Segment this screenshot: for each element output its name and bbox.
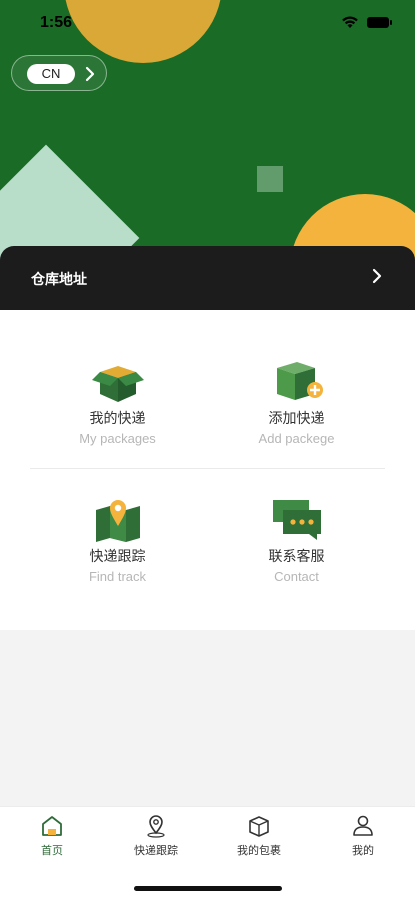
location-pin-icon bbox=[147, 815, 165, 838]
tab-home[interactable]: 首页 bbox=[0, 813, 104, 858]
user-icon bbox=[353, 815, 373, 836]
warehouse-address-label: 仓库地址 bbox=[31, 272, 87, 288]
chat-bubbles-icon bbox=[272, 500, 321, 540]
tab-label: 我的 bbox=[352, 844, 374, 857]
tile-subtitle: Find track bbox=[88, 569, 147, 584]
home-icon bbox=[42, 816, 62, 836]
chevron-right-icon bbox=[372, 268, 382, 284]
chevron-right-icon bbox=[85, 66, 95, 82]
tile-add-package[interactable]: 添加快递 Add packege bbox=[193, 354, 400, 446]
tab-my-parcels[interactable]: 我的包裹 bbox=[207, 813, 311, 858]
tile-find-track[interactable]: 快递跟踪 Find track bbox=[14, 492, 221, 584]
language-switch-button[interactable]: CN bbox=[11, 55, 107, 91]
tile-contact[interactable]: 联系客服 Contact bbox=[193, 492, 400, 584]
tab-me[interactable]: 我的 bbox=[311, 813, 415, 858]
tile-title: 联系客服 bbox=[268, 549, 325, 565]
decorative-square bbox=[257, 166, 283, 192]
tab-label: 我的包裹 bbox=[237, 844, 281, 857]
open-box-icon bbox=[91, 366, 144, 402]
tile-title: 添加快递 bbox=[268, 411, 325, 427]
map-pin-icon bbox=[95, 500, 140, 542]
status-bar: 1:56 bbox=[0, 0, 415, 44]
status-icons bbox=[341, 15, 392, 29]
tile-my-packages[interactable]: 我的快递 My packages bbox=[14, 354, 221, 446]
home-indicator bbox=[134, 886, 282, 891]
tile-subtitle: Contact bbox=[274, 569, 319, 584]
wifi-icon bbox=[342, 16, 358, 28]
tile-title: 快递跟踪 bbox=[89, 549, 146, 565]
tab-find-track[interactable]: 快递跟踪 bbox=[104, 813, 208, 858]
warehouse-address-bar[interactable]: 仓库地址 bbox=[0, 246, 415, 310]
tab-label: 快递跟踪 bbox=[134, 844, 178, 857]
package-icon bbox=[249, 816, 269, 837]
feature-grid: 我的快递 My packages 添加快递 Add packege 快递跟踪 F… bbox=[0, 310, 415, 630]
language-code: CN bbox=[27, 64, 75, 84]
battery-icon bbox=[367, 16, 392, 28]
tile-subtitle: Add packege bbox=[258, 431, 335, 446]
tab-label: 首页 bbox=[41, 844, 63, 857]
status-time: 1:56 bbox=[40, 14, 73, 31]
grid-divider bbox=[30, 468, 385, 469]
add-box-icon bbox=[276, 362, 323, 400]
tile-title: 我的快递 bbox=[89, 411, 146, 427]
tile-subtitle: My packages bbox=[79, 431, 156, 446]
